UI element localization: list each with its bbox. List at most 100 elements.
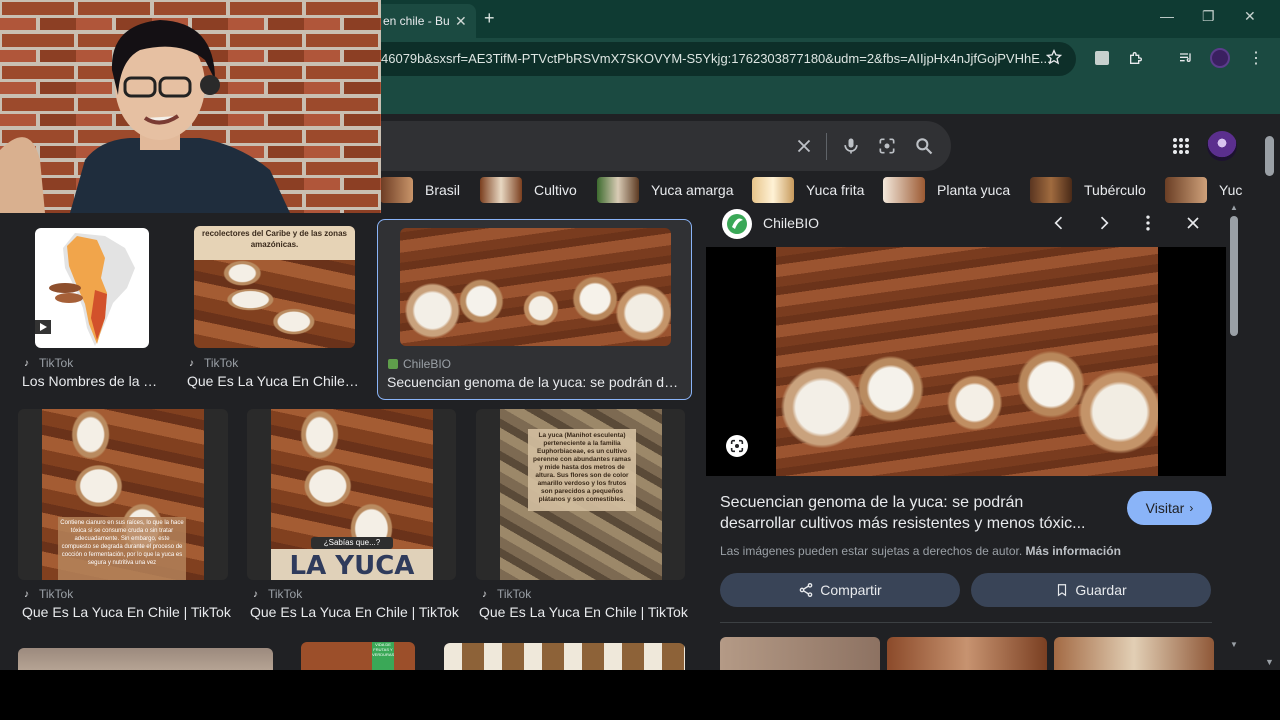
visit-button[interactable]: Visitar ›: [1127, 491, 1212, 525]
panel-scroll-thumb[interactable]: [1230, 216, 1238, 336]
source-label: TikTok: [268, 587, 303, 601]
minimize-icon[interactable]: —: [1160, 8, 1174, 24]
tiktok-icon: ♪: [253, 589, 258, 600]
screen: en chile - Bu ✕ + — ❐ ✕ 46079b&sxsrf=AE3…: [0, 0, 1280, 670]
previous-icon[interactable]: [1049, 213, 1069, 233]
panel-title[interactable]: Secuencian genoma de la yuca: se podrán …: [720, 492, 1120, 534]
chip-thumbnail: [883, 177, 925, 203]
source-label: TikTok: [497, 587, 532, 601]
save-button[interactable]: Guardar: [971, 573, 1211, 607]
new-tab-icon[interactable]: +: [484, 8, 495, 29]
result-image-frame[interactable]: Contiene cianuro en sus raíces, lo que l…: [18, 409, 228, 580]
chilebio-logo-icon: [722, 209, 752, 239]
profile-avatar[interactable]: [1210, 48, 1230, 68]
chip-label: Brasil: [425, 182, 461, 198]
more-options-icon[interactable]: [1138, 213, 1158, 233]
result-title[interactable]: Que Es La Yuca En Chile | TikTok: [479, 604, 689, 620]
chip-yuc[interactable]: Yuc: [1165, 177, 1242, 203]
search-box[interactable]: [380, 121, 951, 171]
panel-scrollbar[interactable]: ▲ ▼: [1228, 203, 1240, 650]
chip-yuca-frita[interactable]: Yuca frita: [752, 177, 864, 203]
result-image-partial[interactable]: [444, 643, 685, 670]
related-image[interactable]: [1054, 637, 1214, 670]
chip-thumbnail: [480, 177, 522, 203]
scroll-up-icon[interactable]: ▲: [1230, 203, 1238, 212]
source-label: TikTok: [204, 356, 239, 370]
result-title[interactable]: Que Es La Yuca En Chile | TikTok: [250, 604, 460, 620]
related-image[interactable]: [887, 637, 1047, 670]
tiktok-icon: ♪: [482, 589, 487, 600]
bookmark-icon: [1058, 584, 1067, 597]
result-source: ♪ TikTok: [253, 587, 302, 601]
result-image-frame[interactable]: La yuca (Manihot esculenta) pertenecient…: [476, 409, 685, 580]
tiktok-icon: ♪: [24, 589, 29, 600]
chip-label: Cultivo: [534, 182, 577, 198]
chip-thumbnail: [597, 177, 639, 203]
result-image-frame[interactable]: ¿Sabías que...? LA YUCA: [247, 409, 456, 580]
tab-close-icon[interactable]: ✕: [455, 13, 467, 30]
extensions-puzzle-icon[interactable]: [1128, 50, 1144, 66]
tiktok-icon: ♪: [189, 358, 194, 369]
chip-yuca-amarga[interactable]: Yuca amarga: [597, 177, 734, 203]
result-image[interactable]: [400, 228, 671, 346]
restore-icon[interactable]: ❐: [1202, 8, 1215, 25]
related-images: [720, 622, 1214, 670]
clear-search-icon[interactable]: [793, 135, 815, 157]
cassava-photo: [194, 260, 355, 348]
account-avatar[interactable]: [1207, 131, 1237, 161]
page-scroll-thumb[interactable]: [1265, 136, 1274, 176]
extension-icon[interactable]: [1095, 51, 1109, 65]
visit-label: Visitar: [1145, 500, 1185, 516]
image-caption: VIDA DE FRUTAS Y VERDURAS: [372, 642, 394, 670]
chip-cultivo[interactable]: Cultivo: [480, 177, 577, 203]
image-caption-la-yuca: LA YUCA: [271, 549, 433, 580]
result-title[interactable]: Que Es La Yuca En Chile | TikTok: [22, 604, 232, 620]
result-image[interactable]: recolectores del Caribe y de las zonas a…: [194, 226, 355, 348]
search-divider: [826, 133, 827, 160]
result-card-selected[interactable]: ChileBIO Secuencian genoma de la yuca: s…: [377, 219, 692, 400]
result-source: ♪ TikTok: [482, 587, 531, 601]
source-label: TikTok: [39, 587, 74, 601]
panel-source-name[interactable]: ChileBIO: [763, 215, 819, 231]
preview-panel: ChileBIO Secuencian genoma de la yuca: s…: [706, 204, 1226, 670]
microphone-icon[interactable]: [841, 135, 861, 157]
scroll-down-icon[interactable]: ▼: [1230, 640, 1238, 649]
chevron-right-icon: ›: [1189, 501, 1194, 515]
search-icon[interactable]: [914, 136, 934, 156]
browser-tab[interactable]: en chile - Bu ✕: [380, 4, 476, 38]
panel-image[interactable]: [776, 247, 1158, 476]
google-apps-icon[interactable]: [1172, 137, 1190, 155]
chip-tuberculo[interactable]: Tubérculo: [1030, 177, 1146, 203]
image-caption: recolectores del Caribe y de las zonas a…: [194, 226, 355, 260]
lens-search-icon[interactable]: [726, 435, 748, 457]
address-bar[interactable]: 46079b&sxsrf=AE3TifM-PTVctPbRSVmX7SKOVYM…: [380, 42, 1076, 76]
bookmark-star-icon[interactable]: [1046, 49, 1062, 65]
result-title[interactable]: Los Nombres de la Y...: [22, 373, 162, 389]
result-image[interactable]: [35, 228, 149, 348]
more-info-link[interactable]: Más información: [1026, 544, 1121, 558]
next-icon[interactable]: [1094, 213, 1114, 233]
chip-thumbnail: [1165, 177, 1207, 203]
tab-strip: en chile - Bu ✕ + — ❐ ✕: [380, 0, 1280, 38]
page-scroll-down-icon[interactable]: ▼: [1265, 657, 1274, 667]
media-control-icon[interactable]: [1178, 50, 1194, 66]
save-label: Guardar: [1075, 582, 1127, 598]
lens-camera-icon[interactable]: [877, 136, 897, 156]
result-source: ChileBIO: [388, 357, 451, 371]
page-scrollbar[interactable]: ▼: [1261, 114, 1280, 670]
close-window-icon[interactable]: ✕: [1244, 8, 1256, 25]
chip-brasil[interactable]: Brasil: [380, 177, 460, 203]
result-image-partial[interactable]: [18, 648, 273, 670]
panel-title-line1: Secuencian genoma de la yuca: se podrán: [720, 494, 1024, 511]
result-title[interactable]: Que Es La Yuca En Chile |...: [187, 373, 362, 389]
related-image[interactable]: [720, 637, 880, 670]
tiktok-icon: ♪: [24, 358, 29, 369]
copyright-notice: Las imágenes pueden estar sujetas a dere…: [720, 544, 1121, 558]
menu-kebab-icon[interactable]: ⋮: [1248, 48, 1264, 67]
result-image-partial[interactable]: VIDA DE FRUTAS Y VERDURAS: [301, 642, 415, 670]
chip-planta-yuca[interactable]: Planta yuca: [883, 177, 1010, 203]
result-title[interactable]: Secuencian genoma de la yuca: se podrán …: [387, 374, 683, 390]
close-panel-icon[interactable]: [1183, 213, 1203, 233]
share-button[interactable]: Compartir: [720, 573, 960, 607]
chip-thumbnail: [752, 177, 794, 203]
